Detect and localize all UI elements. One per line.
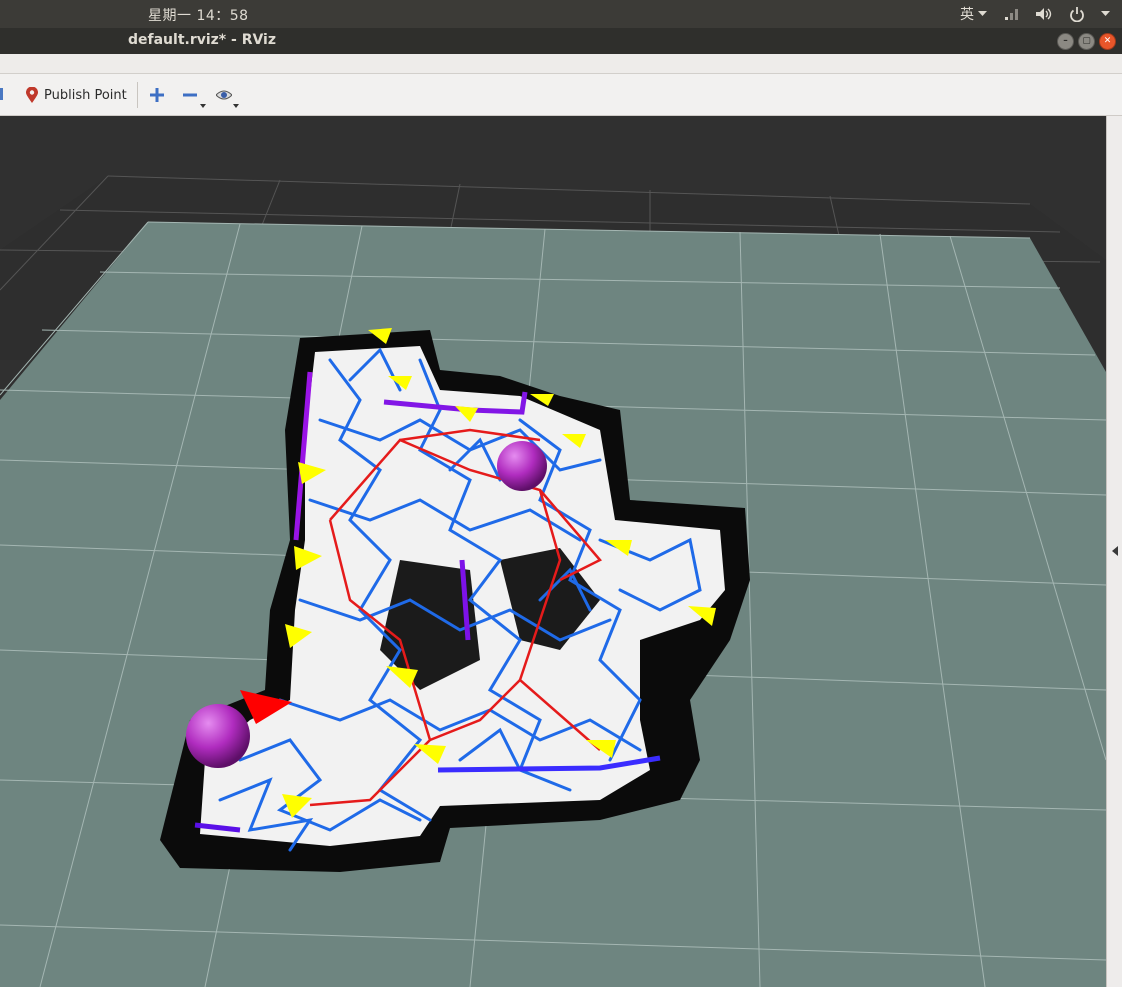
minus-icon — [183, 88, 197, 102]
map-pin-icon — [26, 86, 38, 104]
side-panel[interactable] — [1106, 116, 1122, 987]
dropdown-arrow-icon — [233, 104, 239, 108]
clock[interactable]: 星期一 14：58 — [148, 5, 249, 25]
window-title-bar[interactable]: default.rviz* - RViz – ▢ ✕ — [0, 28, 1122, 54]
minimize-icon: – — [1063, 36, 1068, 46]
plus-icon — [150, 88, 164, 102]
close-icon: ✕ — [1103, 36, 1112, 46]
maximize-icon: ▢ — [1082, 36, 1091, 46]
power-icon[interactable] — [1069, 6, 1085, 22]
minimize-button[interactable]: – — [1057, 33, 1074, 50]
render-viewport[interactable] — [0, 116, 1106, 987]
expand-panel-icon[interactable] — [1112, 546, 1118, 556]
tool-visibility-button[interactable] — [216, 82, 239, 108]
menu-bar — [0, 54, 1122, 74]
tools-toolbar: Publish Point — [0, 74, 1122, 116]
system-tray: 英 — [960, 4, 1110, 24]
chevron-down-icon — [978, 11, 987, 17]
previous-tool-icon[interactable] — [0, 88, 3, 100]
input-method-label: 英 — [960, 7, 974, 23]
network-icon[interactable] — [1003, 6, 1019, 22]
toolbar-separator — [137, 82, 138, 108]
input-method-indicator[interactable]: 英 — [960, 4, 987, 24]
scene-3d — [0, 175, 1106, 987]
robot-sphere — [186, 704, 250, 768]
remove-tool-button[interactable] — [183, 82, 206, 108]
system-top-bar: 星期一 14：58 英 — [0, 0, 1122, 28]
window-controls: – ▢ ✕ — [1057, 33, 1116, 50]
volume-icon[interactable] — [1035, 6, 1053, 22]
chevron-down-icon[interactable] — [1101, 11, 1110, 17]
window-title: default.rviz* - RViz — [128, 32, 277, 48]
maximize-button[interactable]: ▢ — [1078, 33, 1095, 50]
eye-icon — [216, 89, 232, 101]
dropdown-arrow-icon — [200, 104, 206, 108]
publish-point-label: Publish Point — [44, 87, 127, 103]
close-button[interactable]: ✕ — [1099, 33, 1116, 50]
add-tool-button[interactable] — [150, 82, 164, 108]
robot-sphere — [497, 441, 547, 491]
publish-point-tool[interactable]: Publish Point — [26, 82, 127, 108]
